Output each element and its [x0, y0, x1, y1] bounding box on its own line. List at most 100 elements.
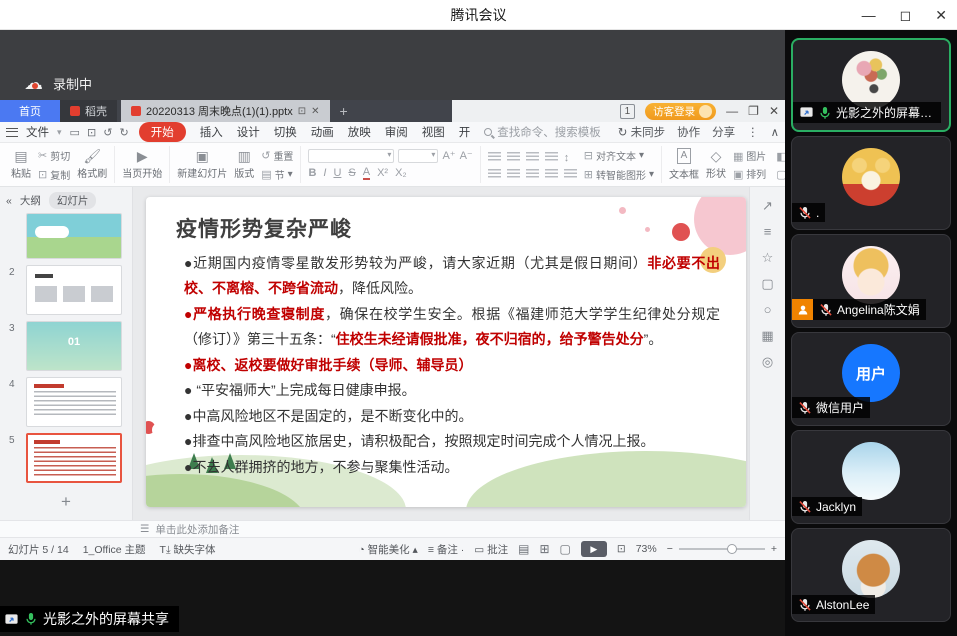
comments-toggle[interactable]: ▭ 批注 — [474, 542, 508, 557]
collaborate-button[interactable]: 协作 — [677, 124, 700, 140]
target-icon[interactable]: ◎ — [762, 355, 773, 368]
strikethrough-button[interactable]: S — [348, 167, 355, 179]
menu-item-审阅[interactable]: 审阅 — [385, 124, 408, 140]
close-button[interactable]: ✕ — [935, 8, 947, 22]
cut-button[interactable]: ✂剪切 — [38, 148, 70, 163]
adjust-icon[interactable]: ≡ — [764, 225, 772, 238]
format-painter-button[interactable]: 🖌︎格式刷 — [77, 149, 107, 180]
collapse-panel-icon[interactable]: « — [6, 195, 12, 207]
layout-button[interactable]: ▥版式 — [234, 149, 254, 180]
more-icon[interactable]: ⋮ — [747, 125, 759, 139]
indent-increase-icon[interactable] — [545, 152, 558, 161]
zoom-in-button[interactable]: + — [771, 543, 777, 555]
italic-button[interactable]: I — [323, 167, 326, 179]
new-slide-button[interactable]: ▣新建幻灯片 — [177, 149, 227, 180]
arrange-button[interactable]: ▣ 排列 — [733, 166, 766, 181]
participant-tile[interactable]: Jacklyn — [791, 430, 951, 524]
slide-thumbnail-1[interactable] — [26, 213, 122, 259]
tab-docer[interactable]: 稻壳 — [60, 100, 117, 122]
star-icon[interactable]: ☆ — [762, 251, 774, 264]
font-grow-icon[interactable]: A⁺ — [442, 149, 455, 163]
number-list-icon[interactable] — [507, 152, 520, 161]
reset-button[interactable]: ↺重置 — [261, 148, 293, 163]
menu-item-视图[interactable]: 视图 — [422, 124, 445, 140]
underline-button[interactable]: U — [333, 167, 341, 179]
menu-item-动画[interactable]: 动画 — [311, 124, 334, 140]
zoom-level[interactable]: 73% — [636, 543, 657, 555]
slide-thumbnail-2[interactable] — [26, 265, 122, 315]
chart-icon[interactable]: ▦ — [761, 329, 773, 342]
reading-view-icon[interactable]: ▢ — [560, 542, 571, 556]
maximize-button[interactable]: ◻ — [900, 8, 912, 22]
close-tab-icon[interactable]: ✕ — [311, 106, 319, 117]
font-color-button[interactable]: A — [363, 166, 370, 180]
superscript-button[interactable]: X² — [377, 167, 388, 179]
zoom-slider-thumb[interactable] — [727, 544, 737, 554]
font-shrink-icon[interactable]: A⁻ — [460, 149, 473, 163]
guest-login-button[interactable]: 访客登录 — [645, 103, 716, 120]
paste-button[interactable]: ▤粘贴 — [11, 149, 31, 180]
normal-view-icon[interactable]: ▤ — [518, 542, 529, 556]
align-center-icon[interactable] — [507, 169, 520, 178]
collapse-ribbon-icon[interactable]: ∧ — [771, 125, 779, 139]
subscript-button[interactable]: X₂ — [395, 167, 407, 179]
notes-toggle[interactable]: ≡ 备注 · — [428, 542, 464, 557]
participant-tile[interactable]: 用户微信用户 — [791, 332, 951, 426]
sorter-view-icon[interactable]: ⊞ — [539, 542, 549, 556]
zoom-out-button[interactable]: − — [667, 543, 673, 555]
menu-item-切换[interactable]: 切换 — [274, 124, 297, 140]
current-slide[interactable]: 疫情形势复杂严峻 ●近期国内疫情零星散发形势较为严峻，请大家近期（尤其是假日期间… — [146, 197, 746, 507]
command-search[interactable]: 查找命令、搜索模板 — [484, 124, 601, 140]
notes-bar[interactable]: ☰ 单击此处添加备注 — [0, 520, 785, 537]
section-button[interactable]: ▤节 ▾ — [261, 167, 293, 182]
participant-tile[interactable]: . — [791, 136, 951, 230]
font-size-select[interactable] — [398, 149, 438, 163]
tab-outline[interactable]: 大纲 — [20, 193, 41, 208]
sync-status[interactable]: ↻ 未同步 — [618, 124, 665, 140]
tab-document[interactable]: 20220313 周末晚点(1)(1).pptx ⊡ ✕ — [121, 100, 330, 122]
add-slide-button[interactable]: + — [0, 492, 132, 512]
text-box-button[interactable]: A文本框 — [669, 148, 699, 181]
share-button[interactable]: 分享 — [712, 124, 735, 140]
wps-restore-button[interactable]: ❐ — [748, 104, 759, 118]
tab-home[interactable]: 首页 — [0, 100, 60, 122]
theme-name[interactable]: 1_Office 主题 — [83, 542, 146, 557]
menu-item-开始[interactable]: 开始 — [139, 122, 186, 142]
menu-item-插入[interactable]: 插入 — [200, 124, 223, 140]
slideshow-button[interactable]: ▶ — [581, 541, 607, 557]
pin-tab-icon[interactable]: ⊡ — [298, 106, 306, 117]
copy-button[interactable]: ⊡复制 — [38, 167, 70, 182]
bullet-list-icon[interactable] — [488, 152, 501, 161]
missing-font-warning[interactable]: T⤓ 缺失字体 — [160, 542, 216, 557]
smart-graphic-button[interactable]: ⊞转智能图形 ▾ — [584, 167, 654, 182]
participant-tile[interactable]: AlstonLee — [791, 528, 951, 622]
slide-thumbnail-3[interactable]: 01 — [26, 321, 122, 371]
hamburger-icon[interactable] — [6, 128, 18, 137]
slide-thumbnail-5[interactable] — [26, 433, 122, 483]
participant-tile[interactable]: 光影之外的屏幕共享 — [791, 38, 951, 132]
line-spacing-icon[interactable]: ↕ — [564, 152, 570, 164]
play-from-current-button[interactable]: ▶当页开始 — [122, 149, 162, 180]
zoom-slider[interactable] — [679, 548, 765, 550]
picture-button[interactable]: ▦ 图片 — [733, 148, 766, 163]
clock-icon[interactable]: ○ — [764, 303, 772, 316]
slide-thumbnail-4[interactable] — [26, 377, 122, 427]
menu-file[interactable]: 文件 — [26, 124, 49, 140]
menu-item-设计[interactable]: 设计 — [237, 124, 260, 140]
window-icon[interactable]: ▢ — [761, 277, 773, 290]
quick-access-icons[interactable]: ▭ ⊡ ↺ ↻ — [70, 126, 131, 139]
menu-item-开[interactable]: 开 — [459, 124, 471, 140]
wps-close-button[interactable]: ✕ — [769, 104, 779, 118]
window-count-badge[interactable]: 1 — [620, 104, 636, 119]
tab-slides[interactable]: 幻灯片 — [49, 192, 97, 209]
indent-decrease-icon[interactable] — [526, 152, 539, 161]
menu-item-放映[interactable]: 放映 — [348, 124, 371, 140]
align-right-icon[interactable] — [526, 169, 539, 178]
wps-minimize-button[interactable]: — — [726, 104, 738, 118]
bold-button[interactable]: B — [308, 167, 316, 179]
beautify-button[interactable]: ◔ 智能美化 ▴ — [358, 542, 417, 557]
align-text-button[interactable]: ⊟对齐文本 ▾ — [584, 148, 654, 163]
send-icon[interactable]: ↗ — [762, 199, 773, 212]
participant-tile[interactable]: Angelina陈文娟 — [791, 234, 951, 328]
justify-icon[interactable] — [545, 169, 558, 178]
